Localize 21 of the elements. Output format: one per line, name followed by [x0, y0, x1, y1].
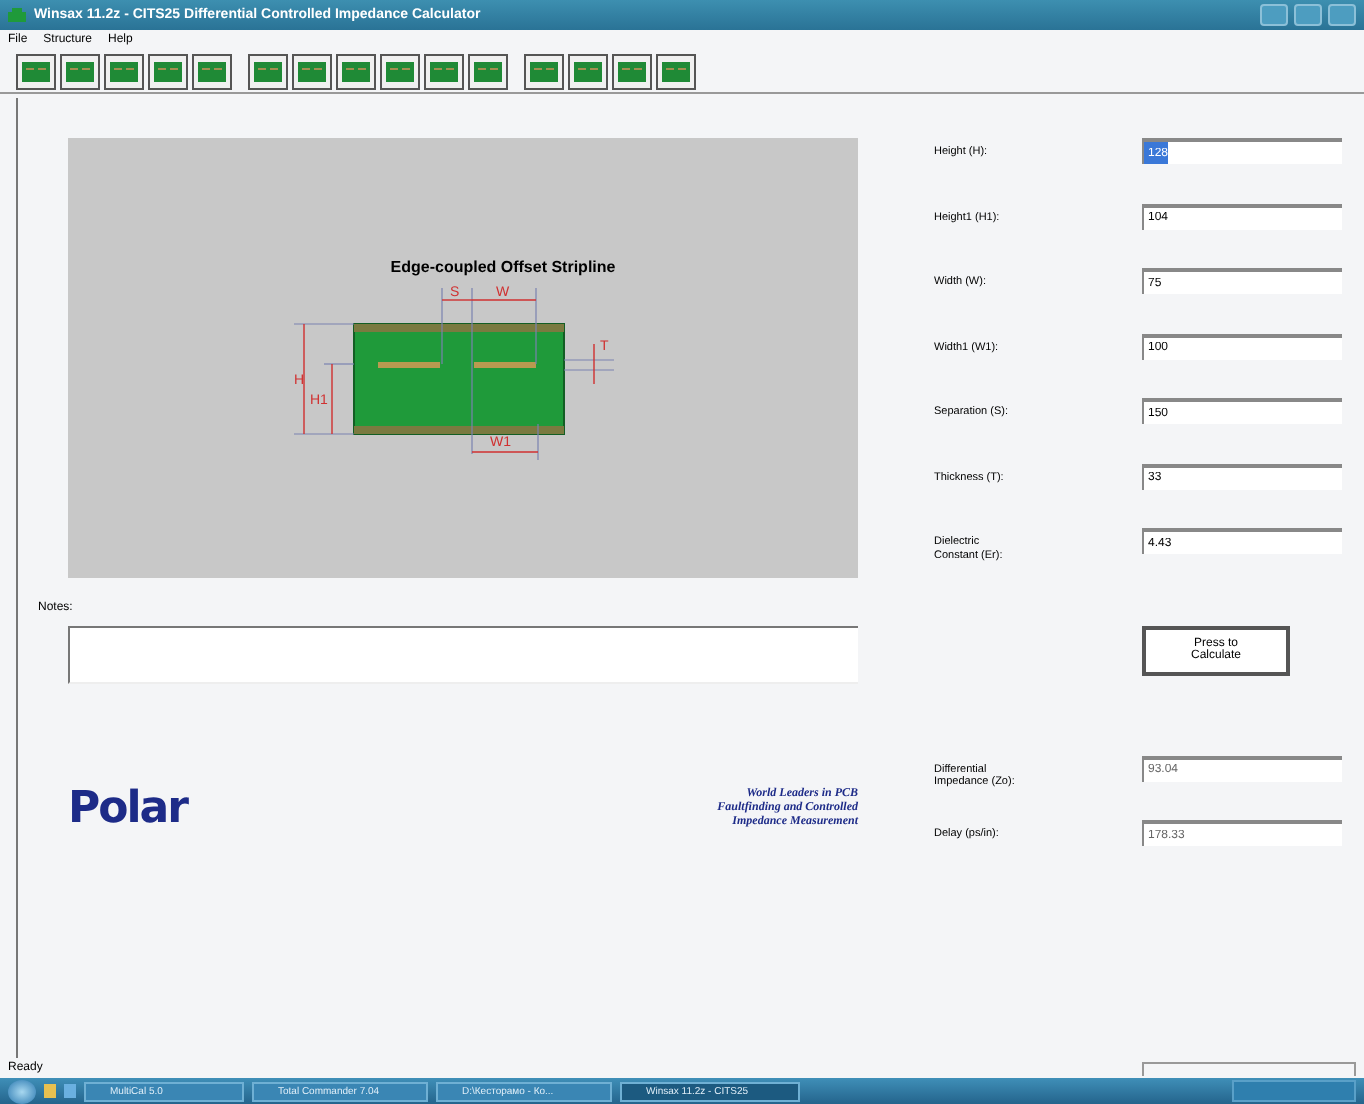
structure-button[interactable]: [148, 53, 188, 89]
structure-button[interactable]: [104, 53, 144, 89]
structure-button[interactable]: [336, 53, 376, 89]
structure-button[interactable]: [380, 53, 420, 89]
structure-button[interactable]: [468, 53, 508, 89]
structure-button[interactable]: [656, 53, 696, 89]
structure-button[interactable]: [612, 53, 652, 89]
structure-button[interactable]: [568, 53, 608, 89]
logo: Polar: [68, 784, 187, 834]
structure-button[interactable]: [524, 53, 564, 89]
structure-button[interactable]: [192, 53, 232, 89]
structure-button[interactable]: [16, 53, 56, 89]
structure-button[interactable]: [424, 53, 464, 89]
structure-button[interactable]: [292, 53, 332, 89]
start-button[interactable]: [8, 1079, 36, 1103]
system-tray: [1232, 1080, 1356, 1102]
diagram-title: Edge-coupled Offset Stripline: [390, 258, 616, 276]
structure-button[interactable]: [248, 53, 288, 89]
app-icon: [8, 8, 26, 22]
structure-button[interactable]: [60, 53, 100, 89]
notes-field[interactable]: [68, 626, 858, 684]
